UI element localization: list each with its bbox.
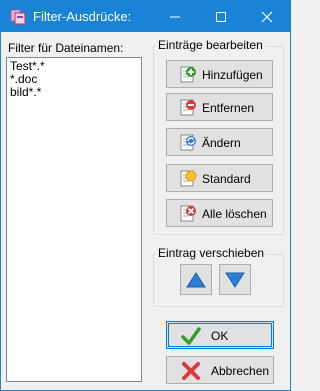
ok-button-label: OK (211, 329, 229, 343)
change-button-label: Ändern (202, 136, 241, 150)
arrow-up-icon (186, 272, 206, 288)
remove-document-icon (180, 99, 196, 116)
move-up-button[interactable] (180, 264, 212, 295)
delete-all-icon (180, 205, 196, 222)
filter-label: Filter für Dateinamen: (8, 41, 124, 55)
remove-button[interactable]: Entfernen (166, 93, 273, 121)
cancel-x-icon (182, 362, 200, 380)
edit-entries-group-title: Einträge bearbeiten (156, 38, 265, 52)
arrow-down-icon (225, 272, 245, 288)
clear-all-button-label: Alle löschen (202, 207, 267, 221)
add-document-icon (180, 66, 196, 83)
maximize-icon (216, 12, 226, 22)
title-bar[interactable]: Filter-Ausdrücke: (1, 1, 290, 32)
add-button-label: Hinzufügen (202, 68, 263, 82)
default-document-icon (180, 170, 197, 187)
list-item[interactable]: bild*.* (10, 86, 41, 99)
add-button[interactable]: Hinzufügen (166, 60, 273, 88)
move-entry-group-title: Eintrag verschieben (156, 246, 267, 260)
minimize-button[interactable] (152, 1, 198, 32)
close-icon (261, 11, 273, 23)
minimize-icon (170, 16, 180, 18)
app-icon (10, 9, 26, 25)
checkmark-icon (181, 327, 201, 345)
dialog-window: Filter-Ausdrücke: Filter für Dateinamen:… (0, 0, 291, 391)
clear-all-button[interactable]: Alle löschen (166, 199, 273, 227)
maximize-button[interactable] (198, 1, 244, 32)
default-button-label: Standard (202, 172, 251, 186)
cancel-button-label: Abbrechen (211, 364, 270, 378)
edit-document-icon (180, 134, 196, 151)
move-down-button[interactable] (219, 264, 251, 295)
change-button[interactable]: Ändern (166, 128, 273, 156)
cancel-button[interactable]: Abbrechen (166, 356, 274, 384)
remove-button-label: Entfernen (202, 101, 255, 115)
filter-listbox[interactable]: Test*.* *.doc bild*.* (6, 57, 142, 382)
default-button[interactable]: Standard (166, 164, 273, 192)
ok-button[interactable]: OK (166, 321, 274, 349)
close-button[interactable] (244, 1, 290, 32)
window-title: Filter-Ausdrücke: (33, 9, 132, 24)
